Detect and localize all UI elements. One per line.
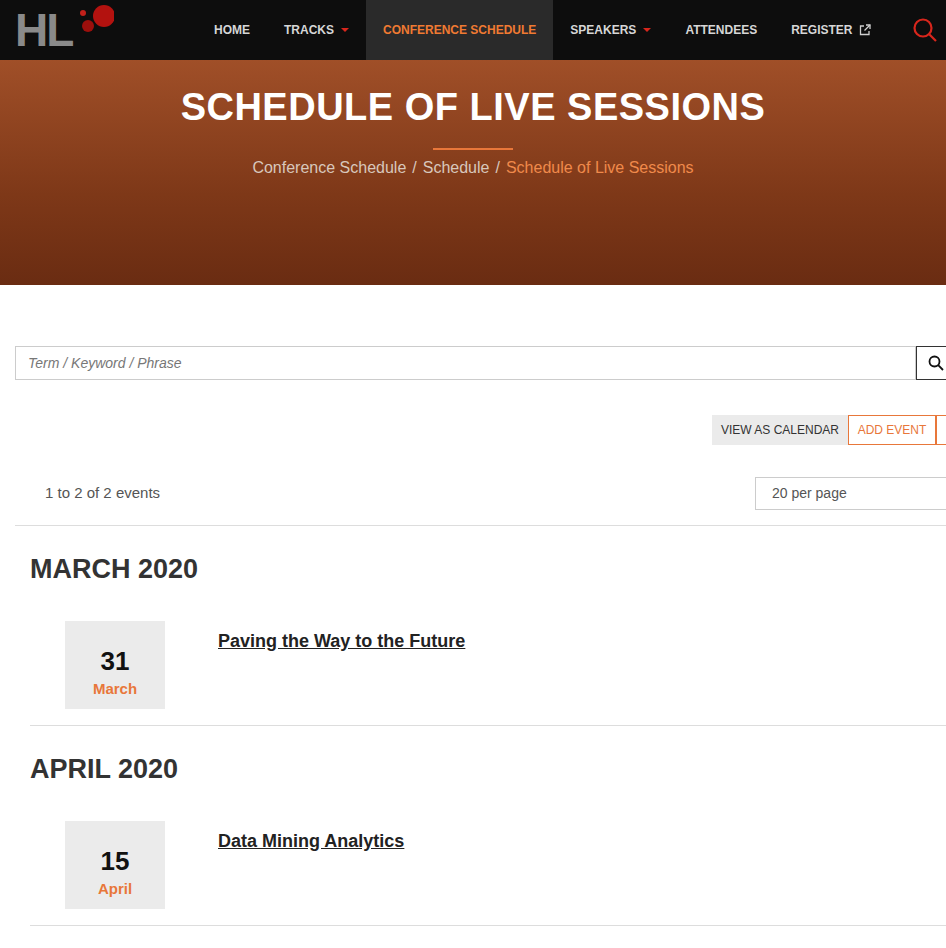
date-box: 31 March <box>65 621 165 709</box>
month-events: 15 April Data Mining Analytics <box>30 821 946 909</box>
event-month: April <box>98 880 132 898</box>
breadcrumb: Conference Schedule / Schedule / Schedule of… <box>252 159 693 177</box>
nav-item[interactable]: ATTENDEES <box>668 0 774 60</box>
event-list: MARCH 2020 31 March Paving the Way to the F… <box>0 526 946 926</box>
month-group: MARCH 2020 31 March Paving the Way to the F… <box>30 526 946 726</box>
search-row <box>15 346 946 380</box>
magnifier-icon <box>928 355 944 371</box>
caret-icon <box>643 28 651 32</box>
month-heading: MARCH 2020 <box>30 553 946 585</box>
search-input[interactable] <box>15 346 916 380</box>
search-icon[interactable] <box>912 17 938 43</box>
breadcrumb-separator: / <box>412 159 416 177</box>
nav-item[interactable]: REGISTER <box>774 0 887 60</box>
nav-item[interactable]: SPEAKERS <box>553 0 668 60</box>
page-title: SCHEDULE OF LIVE SESSIONS <box>181 60 766 129</box>
action-bar: VIEW AS CALENDAR ADD EVENT <box>0 415 946 445</box>
date-box: 15 April <box>65 821 165 909</box>
nav-label: SPEAKERS <box>570 21 636 39</box>
external-link-icon <box>859 24 871 36</box>
nav-item[interactable]: CONFERENCE SCHEDULE <box>366 0 553 60</box>
nav-label: TRACKS <box>284 21 334 39</box>
search-toggle[interactable] <box>912 0 946 60</box>
breadcrumb-separator: / <box>495 159 499 177</box>
nav-item-content: HOME <box>214 21 250 39</box>
action-button[interactable]: VIEW AS CALENDAR <box>712 415 848 445</box>
nav-item-content: ATTENDEES <box>685 21 757 39</box>
event-row: 31 March Paving the Way to the Future <box>30 621 946 709</box>
logo-text[interactable]: HL <box>15 7 72 53</box>
logo-dots-icon <box>74 2 114 42</box>
nav-label: HOME <box>214 21 250 39</box>
breadcrumb-item[interactable]: Conference Schedule <box>252 159 406 177</box>
nav-label: ATTENDEES <box>685 21 757 39</box>
action-button[interactable]: ADD EVENT <box>848 415 936 445</box>
nav-item[interactable]: TRACKS <box>267 0 366 60</box>
nav-item-content: CONFERENCE SCHEDULE <box>383 21 536 39</box>
month-events: 31 March Paving the Way to the Future <box>30 621 946 709</box>
nav-item-content: REGISTER <box>791 21 870 39</box>
nav-item[interactable]: HOME <box>197 0 267 60</box>
month-group: APRIL 2020 15 April Data Mining Analytics <box>30 726 946 926</box>
event-title[interactable]: Paving the Way to the Future <box>218 631 465 651</box>
breadcrumb-item[interactable]: Schedule <box>423 159 490 177</box>
caret-icon <box>341 28 349 32</box>
nav-item-content: SPEAKERS <box>570 21 651 39</box>
event-title[interactable]: Data Mining Analytics <box>218 831 404 851</box>
per-page-value: 20 per page <box>772 483 847 504</box>
nav-label: REGISTER <box>791 21 852 39</box>
title-underline <box>433 148 513 150</box>
nav-menu: HOME TRACKS CONFERENCE SCHEDULE SPEAKERS ATT… <box>197 0 888 60</box>
results-bar: 1 to 2 of 2 events 20 per page <box>0 477 946 510</box>
event-month: March <box>93 680 137 698</box>
per-page-select[interactable]: 20 per page <box>755 477 946 510</box>
top-nav: HL HOME TRACKS CONFERENCE SCHEDULE SPEAKERS… <box>0 0 946 60</box>
nav-label: CONFERENCE SCHEDULE <box>383 21 536 39</box>
hero: SCHEDULE OF LIVE SESSIONS Conference Sch… <box>0 60 946 285</box>
action-label: VIEW AS CALENDAR <box>721 421 839 439</box>
breadcrumb-item: Schedule of Live Sessions <box>506 159 694 177</box>
nav-item-content: TRACKS <box>284 21 349 39</box>
event-row: 15 April Data Mining Analytics <box>30 821 946 909</box>
event-day: 15 <box>101 847 130 875</box>
search-button[interactable] <box>916 346 946 380</box>
more-button[interactable] <box>936 415 946 445</box>
month-heading: APRIL 2020 <box>30 753 946 785</box>
action-label: ADD EVENT <box>858 421 927 439</box>
results-count: 1 to 2 of 2 events <box>45 482 160 505</box>
event-day: 31 <box>101 647 130 675</box>
logo[interactable]: HL <box>0 0 197 60</box>
